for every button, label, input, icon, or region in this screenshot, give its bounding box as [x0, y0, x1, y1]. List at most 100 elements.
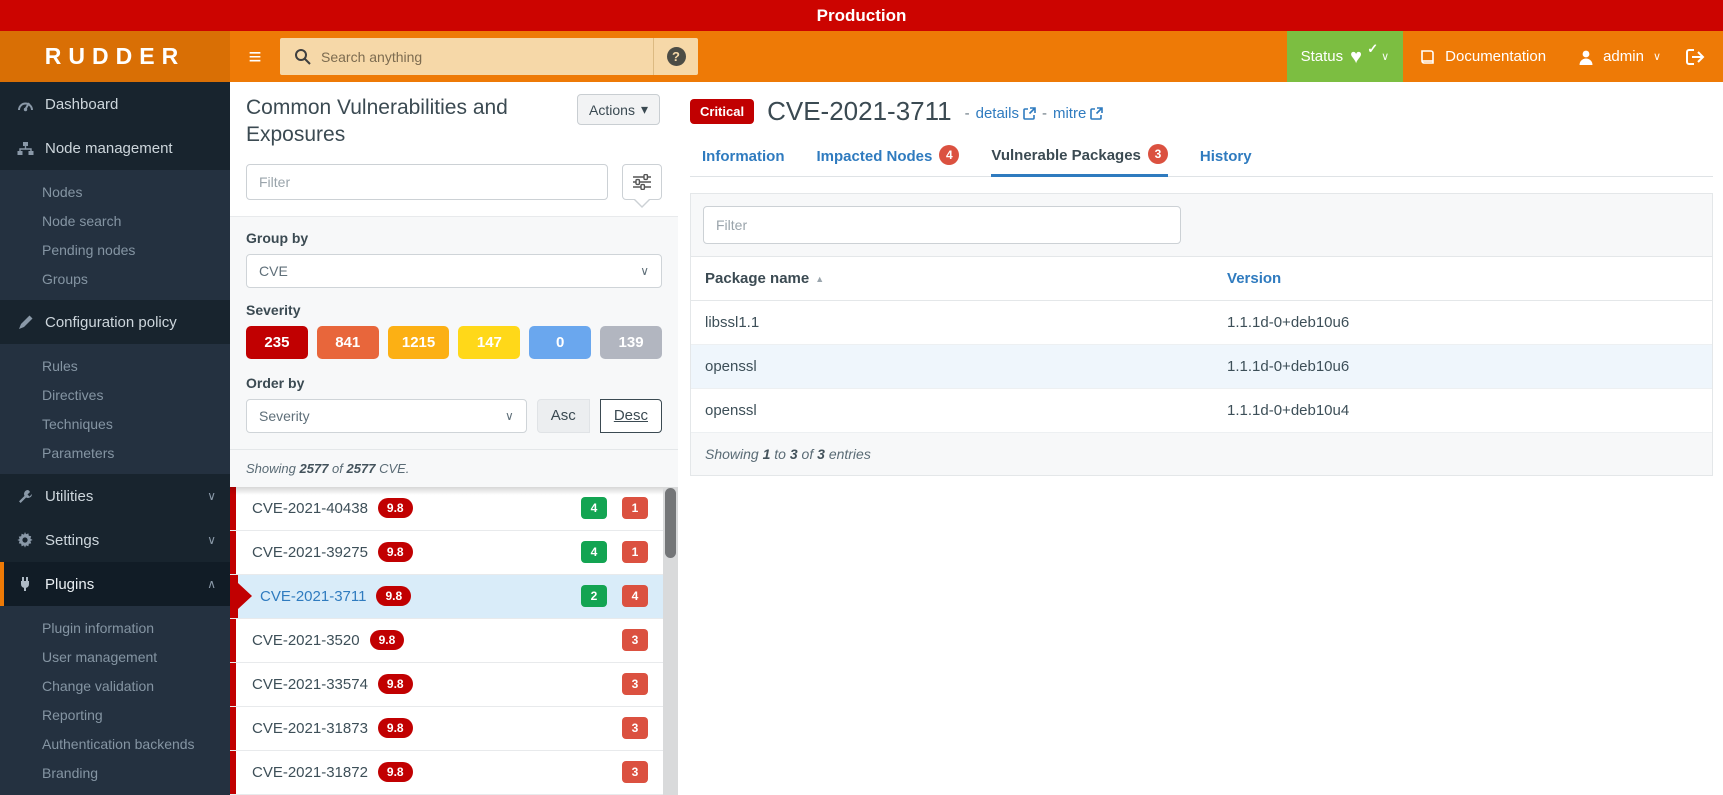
sidebar-item-cve-assessment[interactable]: → CVE Assessment	[0, 787, 230, 795]
sliders-icon	[633, 173, 651, 190]
sidebar-item-nodes[interactable]: Nodes	[0, 177, 230, 206]
sidebar-item-groups[interactable]: Groups	[0, 264, 230, 293]
app-header: RUDDER ≡ ? Status ♥ ✓ ∨ Documentation	[0, 31, 1723, 82]
severity-count-critical[interactable]: 235	[246, 325, 308, 359]
list-scrollbar[interactable]	[663, 486, 678, 795]
severity-label: Severity	[246, 301, 301, 318]
sort-asc-icon: ▲	[815, 273, 825, 284]
scrollbar-thumb[interactable]	[665, 487, 676, 558]
cvss-score-badge: 9.8	[377, 762, 413, 783]
cvss-score-badge: 9.8	[376, 586, 412, 607]
sidebar-item-pending-nodes[interactable]: Pending nodes	[0, 235, 230, 264]
sidebar-item-techniques[interactable]: Techniques	[0, 409, 230, 438]
severity-count-info[interactable]: 0	[529, 325, 592, 359]
severity-count-high[interactable]: 841	[316, 325, 379, 359]
table-row[interactable]: libssl1.1 1.1.1d-0+deb10u6	[691, 301, 1712, 345]
gear-icon	[16, 532, 34, 548]
list-count-summary: Showing 2577 of 2577 CVE.	[230, 448, 678, 487]
sidebar-item-plugin-information[interactable]: Plugin information	[0, 613, 230, 642]
column-header-version[interactable]: Version	[1227, 257, 1712, 300]
list-item[interactable]: CVE-2021-3520 9.8 3	[230, 618, 678, 663]
cvss-score-badge: 9.8	[377, 498, 413, 519]
group-by-label: Group by	[246, 229, 309, 246]
severity-count-low[interactable]: 147	[458, 325, 521, 359]
sidebar-item-node-management[interactable]: Node management	[0, 126, 230, 170]
environment-banner: Production	[0, 0, 1723, 31]
dash-separator: -	[964, 105, 970, 122]
sidebar-item-branding[interactable]: Branding	[0, 758, 230, 787]
sidebar-item-reporting[interactable]: Reporting	[0, 700, 230, 729]
impacted-nodes-badge: 4	[581, 497, 607, 520]
details-link[interactable]: details	[976, 105, 1036, 122]
actions-button[interactable]: Actions ▾	[577, 94, 660, 125]
sidebar-item-node-search[interactable]: Node search	[0, 206, 230, 235]
vulnerable-packages-badge: 1	[622, 497, 648, 520]
sidebar-item-parameters[interactable]: Parameters	[0, 438, 230, 467]
tab-impacted-nodes[interactable]: Impacted Nodes 4	[817, 145, 960, 176]
status-label: Status	[1300, 48, 1344, 65]
sidebar-item-authentication-backends[interactable]: Authentication backends	[0, 729, 230, 758]
sidebar-item-settings[interactable]: Settings ∨	[0, 518, 230, 562]
user-menu[interactable]: admin ∨	[1562, 31, 1677, 82]
chevron-down-icon: ∨	[207, 489, 216, 503]
list-item[interactable]: CVE-2021-31872 9.8 3	[230, 750, 678, 795]
page-title: Common Vulnerabilities and Exposures	[246, 96, 508, 146]
cvss-score-badge: 9.8	[377, 718, 413, 739]
vulnerable-packages-badge: 1	[622, 541, 648, 564]
list-item[interactable]: CVE-2021-39275 9.8 4 1	[230, 530, 678, 575]
sidebar-item-plugins[interactable]: Plugins ∧	[0, 562, 230, 606]
sort-desc-button[interactable]: Desc	[599, 398, 662, 433]
user-icon	[1578, 49, 1594, 65]
chevron-down-icon: ∨	[640, 263, 649, 278]
logo-area[interactable]: RUDDER	[0, 31, 230, 82]
vulnerable-packages-badge: 3	[622, 673, 648, 696]
list-item[interactable]: CVE-2021-40438 9.8 4 1	[230, 486, 678, 531]
list-item[interactable]: CVE-2021-31873 9.8 3	[230, 706, 678, 751]
list-item-selected[interactable]: CVE-2021-3711 9.8 2 4	[230, 574, 678, 619]
sidebar-item-dashboard[interactable]: Dashboard	[0, 82, 230, 126]
gauge-icon	[16, 97, 34, 112]
tab-vulnerable-packages[interactable]: Vulnerable Packages 3	[991, 144, 1168, 177]
order-by-select[interactable]: Severity ∨	[246, 398, 527, 433]
vulnerable-packages-count-badge: 3	[1147, 144, 1168, 164]
sidebar-item-directives[interactable]: Directives	[0, 380, 230, 409]
signout-button[interactable]	[1677, 31, 1723, 82]
status-button[interactable]: Status ♥ ✓ ∨	[1286, 31, 1404, 82]
cve-title: CVE-2021-3711	[767, 96, 952, 126]
table-row[interactable]: openssl 1.1.1d-0+deb10u6	[691, 345, 1712, 389]
severity-count-na[interactable]: 139	[600, 325, 662, 359]
documentation-link[interactable]: Documentation	[1403, 31, 1562, 82]
vulnerable-packages-badge: 3	[622, 717, 648, 740]
severity-badge: Critical	[690, 99, 755, 124]
packages-filter-input[interactable]	[703, 206, 1181, 244]
table-row[interactable]: openssl 1.1.1d-0+deb10u4	[691, 389, 1712, 433]
check-icon: ✓	[1367, 40, 1379, 56]
version-cell: 1.1.1d-0+deb10u6	[1227, 314, 1350, 331]
version-cell: 1.1.1d-0+deb10u4	[1227, 402, 1350, 419]
chevron-down-icon: ∨	[1652, 51, 1661, 63]
packages-table-container: Package name ▲ Version libssl1.1 1.1.1d-…	[690, 193, 1713, 476]
severity-count-medium[interactable]: 1215	[387, 325, 450, 359]
tab-history[interactable]: History	[1200, 145, 1252, 176]
sidebar-item-configuration-policy[interactable]: Configuration policy	[0, 300, 230, 344]
sidebar: Dashboard Node management Nodes Node sea…	[0, 82, 230, 795]
mitre-link[interactable]: mitre	[1053, 105, 1104, 122]
sort-asc-button[interactable]: Asc	[536, 398, 590, 433]
sidebar-item-utilities[interactable]: Utilities ∨	[0, 474, 230, 518]
global-search: ?	[280, 38, 698, 75]
sidebar-item-rules[interactable]: Rules	[0, 351, 230, 380]
search-input[interactable]	[321, 48, 653, 65]
sitemap-icon	[16, 141, 34, 156]
hamburger-menu-icon[interactable]: ≡	[230, 31, 280, 82]
cve-filter-input[interactable]	[246, 163, 608, 200]
filter-settings-button[interactable]	[622, 163, 662, 200]
search-help-button[interactable]: ?	[654, 47, 698, 66]
column-header-package-name[interactable]: Package name ▲	[691, 257, 1227, 300]
plugins-submenu: Plugin information User management Chang…	[0, 606, 230, 795]
cve-detail-panel: Critical CVE-2021-3711 - details - mitre	[678, 82, 1723, 795]
tab-information[interactable]: Information	[702, 145, 785, 176]
sidebar-item-change-validation[interactable]: Change validation	[0, 671, 230, 700]
group-by-select[interactable]: CVE ∨	[246, 253, 662, 288]
sidebar-item-user-management[interactable]: User management	[0, 642, 230, 671]
list-item[interactable]: CVE-2021-33574 9.8 3	[230, 662, 678, 707]
